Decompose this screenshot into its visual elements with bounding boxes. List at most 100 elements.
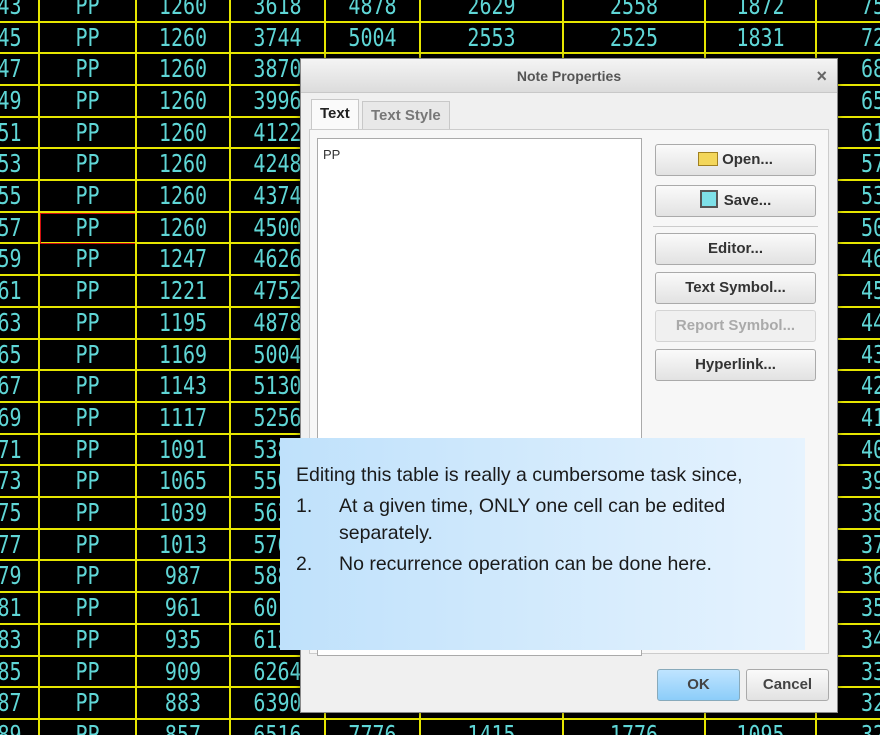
table-cell[interactable]: 1260 (145, 53, 220, 85)
table-cell[interactable]: 49 (0, 85, 33, 117)
hyperlink-button[interactable]: Hyperlink... (655, 349, 816, 381)
table-cell[interactable]: 72 (827, 22, 880, 54)
tab-text[interactable]: Text (311, 99, 359, 129)
table-cell[interactable]: 85 (0, 656, 33, 688)
table-cell[interactable]: PP (49, 719, 127, 735)
table-cell[interactable]: PP (49, 624, 127, 656)
table-cell[interactable]: 857 (145, 719, 220, 735)
table-cell[interactable]: 45 (0, 22, 33, 54)
table-cell[interactable]: 1260 (145, 0, 220, 22)
table-cell[interactable]: 1091 (145, 434, 220, 466)
table-cell[interactable]: 67 (0, 370, 33, 402)
table-cell[interactable]: 73 (0, 465, 33, 497)
table-cell[interactable]: PP (49, 85, 127, 117)
table-cell[interactable]: 987 (145, 560, 220, 592)
table-cell[interactable]: 83 (0, 624, 33, 656)
table-cell[interactable]: 87 (0, 687, 33, 719)
table-cell[interactable]: PP (49, 465, 127, 497)
ok-button[interactable]: OK (657, 669, 740, 701)
table-cell[interactable]: 51 (0, 117, 33, 149)
table-cell[interactable]: PP (49, 370, 127, 402)
table-cell[interactable]: PP (49, 117, 127, 149)
table-cell[interactable]: 1260 (145, 22, 220, 54)
editor-button[interactable]: Editor... (655, 233, 816, 265)
table-cell[interactable]: 1013 (145, 529, 220, 561)
table-cell[interactable]: PP (49, 339, 127, 371)
table-cell[interactable]: 32 (827, 719, 880, 735)
table-cell[interactable]: PP (49, 22, 127, 54)
table-cell[interactable]: 1260 (145, 212, 220, 244)
table-cell[interactable]: 1065 (145, 465, 220, 497)
table-cell[interactable]: 1039 (145, 497, 220, 529)
table-cell[interactable]: 2553 (434, 22, 548, 54)
table-cell[interactable]: 1415 (434, 719, 548, 735)
table-cell[interactable]: 61 (0, 275, 33, 307)
table-cell[interactable]: 55 (0, 180, 33, 212)
table-cell[interactable]: 1260 (145, 117, 220, 149)
table-cell[interactable]: 47 (0, 53, 33, 85)
table-cell[interactable]: PP (49, 53, 127, 85)
table-cell[interactable]: 1260 (145, 148, 220, 180)
table-cell[interactable]: PP (49, 148, 127, 180)
table-cell[interactable]: 43 (0, 0, 33, 22)
table-cell[interactable]: 961 (145, 592, 220, 624)
table-cell[interactable]: 6516 (240, 719, 316, 735)
table-cell[interactable]: PP (49, 592, 127, 624)
table-cell[interactable]: 81 (0, 592, 33, 624)
table-cell[interactable]: PP (49, 307, 127, 339)
table-cell[interactable]: 883 (145, 687, 220, 719)
table-cell[interactable]: 89 (0, 719, 33, 735)
table-cell[interactable]: 1221 (145, 275, 220, 307)
table-cell[interactable]: 1260 (145, 180, 220, 212)
table-cell[interactable]: 2629 (434, 0, 548, 22)
table-cell[interactable]: PP (49, 656, 127, 688)
table-cell[interactable]: PP (49, 243, 127, 275)
table-cell[interactable]: 69 (0, 402, 33, 434)
table-cell[interactable]: 63 (0, 307, 33, 339)
table-cell[interactable]: 1095 (716, 719, 805, 735)
table-cell[interactable]: 1195 (145, 307, 220, 339)
table-cell[interactable]: 57 (0, 212, 33, 244)
table-cell[interactable]: 1143 (145, 370, 220, 402)
callout-intro: Editing this table is really a cumbersom… (296, 464, 743, 486)
table-cell[interactable]: 65 (0, 339, 33, 371)
table-cell[interactable]: PP (49, 180, 127, 212)
save-button[interactable]: Save... (655, 185, 816, 217)
table-cell[interactable]: PP (49, 402, 127, 434)
table-cell[interactable]: 2558 (577, 0, 691, 22)
table-cell[interactable]: 77 (0, 529, 33, 561)
table-cell[interactable]: 3744 (240, 22, 316, 54)
table-cell[interactable]: 909 (145, 656, 220, 688)
table-cell[interactable]: 75 (827, 0, 880, 22)
table-cell[interactable]: 1776 (577, 719, 691, 735)
table-cell[interactable]: 53 (0, 148, 33, 180)
table-cell[interactable]: PP (49, 529, 127, 561)
table-cell[interactable]: 4878 (335, 0, 411, 22)
table-cell[interactable]: 2525 (577, 22, 691, 54)
table-cell[interactable]: 79 (0, 560, 33, 592)
table-cell[interactable]: 7776 (335, 719, 411, 735)
text-symbol-button[interactable]: Text Symbol... (655, 272, 816, 304)
table-cell[interactable]: PP (49, 687, 127, 719)
table-cell[interactable]: 3618 (240, 0, 316, 22)
cancel-button[interactable]: Cancel (746, 669, 829, 701)
table-cell[interactable]: PP (49, 434, 127, 466)
table-cell[interactable]: PP (49, 0, 127, 22)
table-cell[interactable]: 1831 (716, 22, 805, 54)
table-cell[interactable]: 71 (0, 434, 33, 466)
table-cell[interactable]: PP (49, 275, 127, 307)
table-cell[interactable]: 75 (0, 497, 33, 529)
tab-text-style[interactable]: Text Style (362, 101, 450, 129)
table-cell[interactable]: 935 (145, 624, 220, 656)
table-cell[interactable]: 1247 (145, 243, 220, 275)
table-cell[interactable]: 5004 (335, 22, 411, 54)
table-cell[interactable]: 1872 (716, 0, 805, 22)
open-button[interactable]: Open... (655, 144, 816, 176)
table-cell[interactable]: 59 (0, 243, 33, 275)
table-cell[interactable]: 1169 (145, 339, 220, 371)
table-cell[interactable]: PP (49, 560, 127, 592)
table-cell[interactable]: PP (49, 497, 127, 529)
close-icon[interactable]: × (816, 59, 827, 93)
table-cell[interactable]: 1117 (145, 402, 220, 434)
table-cell[interactable]: 1260 (145, 85, 220, 117)
